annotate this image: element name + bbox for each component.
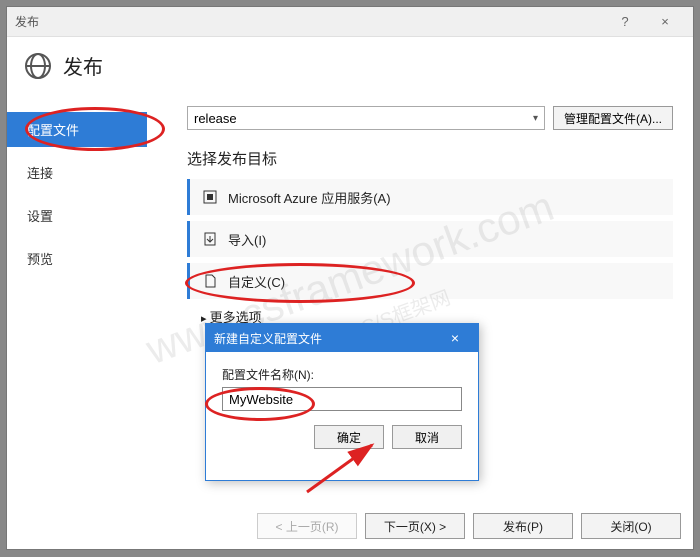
titlebar: 发布 ? × xyxy=(7,7,693,37)
sidebar-item-connection[interactable]: 连接 xyxy=(7,155,147,190)
help-button[interactable]: ? xyxy=(605,8,645,36)
target-import[interactable]: 导入(I) xyxy=(187,221,673,257)
close-footer-button[interactable]: 关闭(O) xyxy=(581,513,681,539)
target-custom[interactable]: 自定义(C) xyxy=(187,263,673,299)
window-title: 发布 xyxy=(15,13,605,30)
config-row: release 管理配置文件(A)... xyxy=(187,106,673,130)
profile-name-input[interactable] xyxy=(222,387,462,411)
manage-profiles-button[interactable]: 管理配置文件(A)... xyxy=(553,106,673,130)
dialog-title: 新建自定义配置文件 xyxy=(214,330,440,347)
prev-button: < 上一页(R) xyxy=(257,513,357,539)
profile-select-value: release xyxy=(194,111,237,126)
sidebar-item-preview[interactable]: 预览 xyxy=(7,241,147,276)
next-button[interactable]: 下一页(X) > xyxy=(365,513,465,539)
ok-button[interactable]: 确定 xyxy=(314,425,384,449)
sidebar-item-settings[interactable]: 设置 xyxy=(7,198,147,233)
close-button[interactable]: × xyxy=(645,8,685,36)
sidebar: 配置文件 连接 设置 预览 xyxy=(7,94,147,506)
publish-window: 发布 ? × 发布 配置文件 连接 设置 预览 release 管理配置文件(A… xyxy=(6,6,694,550)
profile-name-label: 配置文件名称(N): xyxy=(222,366,462,383)
dialog-body: 配置文件名称(N): xyxy=(206,352,478,425)
globe-icon xyxy=(25,53,51,79)
dialog-titlebar: 新建自定义配置文件 × xyxy=(206,324,478,352)
new-profile-dialog: 新建自定义配置文件 × 配置文件名称(N): 确定 取消 xyxy=(205,323,479,481)
cancel-button[interactable]: 取消 xyxy=(392,425,462,449)
document-icon xyxy=(202,273,218,289)
targets-heading: 选择发布目标 xyxy=(187,148,673,169)
target-label: 自定义(C) xyxy=(228,272,285,291)
page-title: 发布 xyxy=(63,51,103,80)
header: 发布 xyxy=(7,37,693,94)
target-azure[interactable]: Microsoft Azure 应用服务(A) xyxy=(187,179,673,215)
azure-icon xyxy=(202,189,218,205)
import-icon xyxy=(202,231,218,247)
profile-select[interactable]: release xyxy=(187,106,545,130)
dialog-buttons: 确定 取消 xyxy=(206,425,478,449)
sidebar-item-profile[interactable]: 配置文件 xyxy=(7,112,147,147)
dialog-close-button[interactable]: × xyxy=(440,324,470,352)
publish-button[interactable]: 发布(P) xyxy=(473,513,573,539)
footer-buttons: < 上一页(R) 下一页(X) > 发布(P) 关闭(O) xyxy=(257,513,681,539)
target-label: 导入(I) xyxy=(228,230,266,249)
target-label: Microsoft Azure 应用服务(A) xyxy=(228,188,391,207)
